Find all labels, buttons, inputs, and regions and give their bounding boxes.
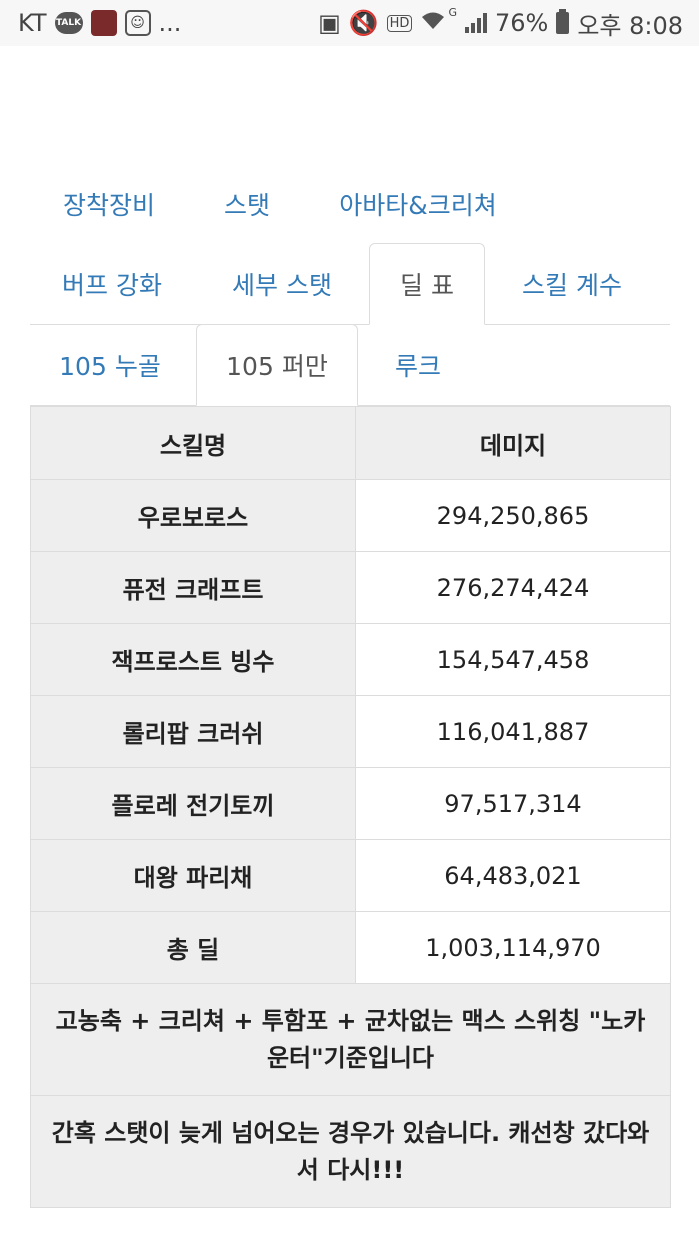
tab-105-perman[interactable]: 105 퍼만 xyxy=(196,324,358,406)
table-row: 대왕 파리채 64,483,021 xyxy=(30,839,671,912)
table-header-row: 스킬명 데미지 xyxy=(30,406,671,480)
note-row: 간혹 스탯이 늦게 넘어오는 경우가 있습니다. 캐선창 갔다와서 다시!!! xyxy=(30,1095,671,1208)
condition-note: 고농축 + 크리쳐 + 투함포 + 균차없는 맥스 스위칭 "노카운터"기준입니… xyxy=(30,983,671,1096)
skill-name: 대왕 파리채 xyxy=(30,839,356,912)
total-damage-value: 1,003,114,970 xyxy=(355,911,671,984)
hd-icon: HD xyxy=(386,14,413,32)
header-damage: 데미지 xyxy=(355,406,671,480)
kakaotalk-icon: TALK xyxy=(54,12,83,34)
tab-equipment[interactable]: 장착장비 xyxy=(44,176,174,232)
tab-deal-table[interactable]: 딜 표 xyxy=(369,243,485,325)
carrier-label: KT xyxy=(18,9,47,37)
damage-value: 97,517,314 xyxy=(355,767,671,840)
wifi-icon xyxy=(420,9,446,37)
header-skill-name: 스킬명 xyxy=(30,406,356,480)
damage-value: 154,547,458 xyxy=(355,623,671,696)
table-row: 잭프로스트 빙수 154,547,458 xyxy=(30,623,671,696)
skill-name: 잭프로스트 빙수 xyxy=(30,623,356,696)
game-app-icon xyxy=(90,10,117,36)
table-row: 플로레 전기토끼 97,517,314 xyxy=(30,767,671,840)
table-row: 우로보로스 294,250,865 xyxy=(30,479,671,552)
more-notifications: ... xyxy=(158,9,182,37)
damage-value: 294,250,865 xyxy=(355,479,671,552)
tab-buff[interactable]: 버프 강화 xyxy=(44,244,180,324)
tab-stats[interactable]: 스탯 xyxy=(200,176,294,232)
tab-105-nugol[interactable]: 105 누골 xyxy=(44,325,176,405)
table-row: 퓨전 크래프트 276,274,424 xyxy=(30,551,671,624)
mute-icon: 🔇 xyxy=(348,9,379,37)
skill-name: 롤리팝 크러쉬 xyxy=(30,695,356,768)
signal-type: G xyxy=(448,5,457,19)
total-row: 총 딜 1,003,114,970 xyxy=(30,911,671,984)
skill-name: 플로레 전기토끼 xyxy=(30,767,356,840)
tab-detail-stats[interactable]: 세부 스탯 xyxy=(210,244,354,324)
signal-icon xyxy=(464,13,487,33)
bot-app-icon: ☺ xyxy=(124,10,151,36)
clock: 오후 8:08 xyxy=(577,11,683,40)
deal-table: 스킬명 데미지 우로보로스 294,250,865 퓨전 크래프트 276,27… xyxy=(30,406,671,1208)
note-row: 고농축 + 크리쳐 + 투함포 + 균차없는 맥스 스위칭 "노카운터"기준입니… xyxy=(30,983,671,1096)
skill-name: 퓨전 크래프트 xyxy=(30,551,356,624)
battery-icon xyxy=(556,9,570,34)
damage-value: 116,041,887 xyxy=(355,695,671,768)
table-row: 롤리팝 크러쉬 116,041,887 xyxy=(30,695,671,768)
warning-note: 간혹 스탯이 늦게 넘어오는 경우가 있습니다. 캐선창 갔다와서 다시!!! xyxy=(30,1095,671,1208)
tab-luke[interactable]: 루크 xyxy=(374,325,462,405)
sim-icon: ▣ xyxy=(318,9,341,37)
damage-value: 276,274,424 xyxy=(355,551,671,624)
total-label: 총 딜 xyxy=(30,911,356,984)
status-bar: KT TALK ☺ ... ▣ 🔇 HD G 76% 오후 8:08 xyxy=(0,0,699,46)
skill-name: 우로보로스 xyxy=(30,479,356,552)
battery-percent: 76% xyxy=(494,9,549,37)
tab-skill-coefficient[interactable]: 스킬 계수 xyxy=(500,244,644,324)
tab-avatar-creature[interactable]: 아바타&크리쳐 xyxy=(320,176,516,232)
damage-value: 64,483,021 xyxy=(355,839,671,912)
